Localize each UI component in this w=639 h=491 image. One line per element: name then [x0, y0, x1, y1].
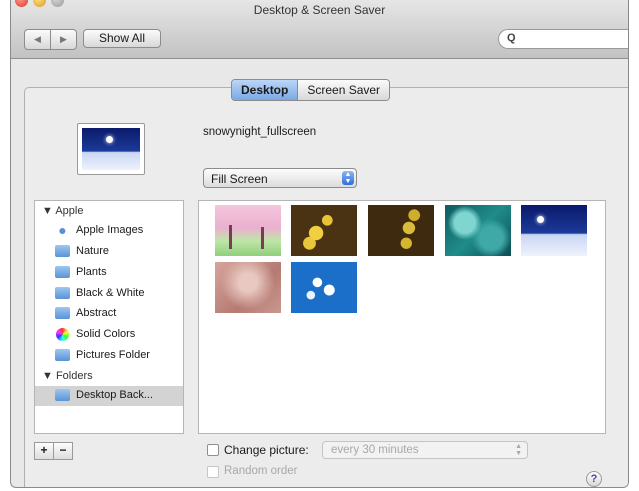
fit-mode-popup[interactable]: Fill Screen ▲ ▼ [203, 168, 357, 188]
change-picture-label: Change picture: [224, 443, 309, 457]
sidebar-item-label: Apple Images [76, 224, 144, 236]
picture-grid [198, 200, 606, 434]
sidebar-item-label: Nature [76, 245, 110, 257]
folder-icon [55, 287, 70, 299]
yellow-flowers-thumb[interactable] [291, 205, 357, 256]
show-all-button[interactable]: Show All [83, 29, 161, 48]
help-button[interactable]: ? [586, 471, 602, 487]
sidebar-item-solid-colors[interactable]: Solid Colors [35, 325, 183, 345]
sidebar-item-desktop-backgrounds[interactable]: Desktop Back... [35, 386, 183, 406]
folder-icon [55, 245, 70, 257]
back-forward-buttons: ◀ ▶ [24, 29, 77, 50]
teal-bokeh-thumb[interactable] [445, 205, 511, 256]
blue-floral-thumb[interactable] [291, 262, 357, 313]
sidebar-item-apple-images[interactable]: ● Apple Images [35, 221, 183, 241]
popup-arrows-icon: ▲ ▼ [342, 171, 354, 185]
yellow-flowers-dark-thumb[interactable] [368, 205, 434, 256]
remove-folder-button[interactable]: − [54, 442, 73, 460]
folder-icon [55, 389, 70, 401]
group-header-apple[interactable]: ▼ Apple [42, 205, 83, 217]
change-picture-checkbox[interactable] [207, 444, 219, 456]
sidebar-item-plants[interactable]: Plants [35, 263, 183, 283]
source-list: ▼ Apple ● Apple Images Nature Plants Bla… [34, 200, 184, 434]
sidebar-item-abstract[interactable]: Abstract [35, 304, 183, 324]
forward-arrow-icon[interactable]: ▶ [50, 30, 76, 49]
change-interval-popup[interactable]: every 30 minutes ▲ ▼ [322, 441, 528, 459]
search-icon: Q [507, 32, 516, 44]
picture-filename: snowynight_fullscreen [203, 126, 317, 138]
change-interval-value: every 30 minutes [331, 444, 419, 456]
tab-screen-saver[interactable]: Screen Saver [297, 80, 390, 100]
sidebar-item-label: Desktop Back... [76, 389, 154, 401]
random-order-checkbox[interactable] [207, 466, 219, 478]
sidebar-item-label: Abstract [76, 307, 117, 319]
sidebar-item-nature[interactable]: Nature [35, 242, 183, 262]
folder-icon [55, 266, 70, 278]
sidebar-item-label: Black & White [76, 287, 145, 299]
add-folder-button[interactable]: + [34, 442, 54, 460]
tab-control: Desktop Screen Saver [231, 79, 391, 101]
window-title: Desktop & Screen Saver [253, 3, 386, 17]
sidebar-item-label: Plants [76, 266, 107, 278]
search-field[interactable]: Q [498, 29, 628, 49]
folder-icon [55, 307, 70, 319]
sidebar-item-label: Solid Colors [76, 328, 136, 340]
back-arrow-icon[interactable]: ◀ [25, 30, 50, 49]
snowy-night-thumb[interactable] [521, 205, 587, 256]
random-order-label: Random order [224, 465, 298, 477]
folder-icon [55, 349, 70, 361]
snowy-night-image [82, 128, 140, 170]
title-bar: Desktop & Screen Saver ◀ ▶ Show All Q [11, 0, 628, 59]
current-picture-preview [77, 123, 145, 175]
add-remove-buttons: + − [34, 442, 73, 460]
cherry-blossom-thumb[interactable] [215, 205, 281, 256]
sidebar-item-label: Pictures Folder [76, 349, 150, 361]
sidebar-item-black-white[interactable]: Black & White [35, 284, 183, 304]
color-wheel-icon [56, 328, 69, 341]
group-header-folders[interactable]: ▼ Folders [42, 370, 93, 382]
sidebar-item-pictures-folder[interactable]: Pictures Folder [35, 346, 183, 366]
pink-texture-thumb[interactable] [215, 262, 281, 313]
tab-desktop[interactable]: Desktop [232, 80, 298, 100]
apple-icon: ● [58, 222, 67, 238]
popup-arrows-icon: ▲ ▼ [515, 443, 522, 457]
fit-mode-value: Fill Screen [211, 172, 268, 186]
